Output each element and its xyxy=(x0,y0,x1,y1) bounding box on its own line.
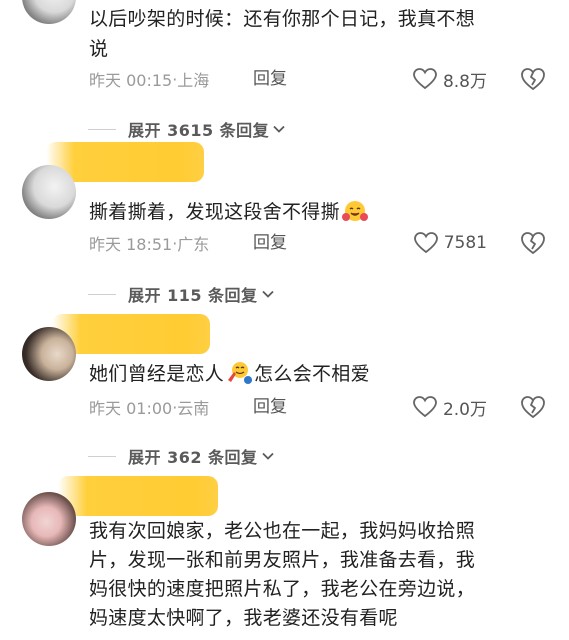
like-button[interactable]: 2.0万 xyxy=(413,393,487,421)
comment-location: 云南 xyxy=(177,399,210,418)
divider xyxy=(88,455,116,457)
divider xyxy=(88,128,116,130)
comment-text-line: 撕着撕着，发现这段舍不得撕 xyxy=(89,201,340,223)
avatar[interactable] xyxy=(22,165,76,219)
avatar[interactable] xyxy=(22,492,76,546)
expand-replies-label: 展开 115 条回复 xyxy=(128,286,258,305)
comment-text-line: 妈速度太快啊了，我老婆还没有看呢 xyxy=(89,607,398,629)
broken-heart-icon[interactable] xyxy=(520,66,546,92)
comment-text: 以后吵架的时候：还有你那个日记，我真不想 说 xyxy=(89,4,475,64)
comment-text-line: 片，发现一张和前男友照片，我准备去看，我 xyxy=(89,549,476,571)
divider xyxy=(88,293,116,295)
reply-button[interactable]: 回复 xyxy=(253,67,287,91)
comment-text-line: 说 xyxy=(89,38,109,60)
bowling-pin-face-icon xyxy=(228,362,253,384)
redaction-mask xyxy=(52,314,210,354)
comment-time: 昨天 01:00 xyxy=(89,399,173,418)
heart-outline-icon xyxy=(413,68,437,90)
comment-text-line: 我有次回娘家，老公也在一起，我妈妈收拾照 xyxy=(89,520,476,542)
avatar[interactable] xyxy=(22,327,76,381)
expand-replies[interactable]: 展开 3615 条回复 xyxy=(88,117,287,141)
comment-time: 昨天 18:51 xyxy=(89,235,173,254)
comment-text-line: 以后吵架的时候：还有你那个日记，我真不想 xyxy=(89,8,476,30)
comment-text: 我有次回娘家，老公也在一起，我妈妈收拾照 片，发现一张和前男友照片，我准备去看，… xyxy=(89,517,475,633)
reply-button[interactable]: 回复 xyxy=(253,231,287,255)
comment-text-line: 妈很快的速度把照片私了，我老公在旁边说， xyxy=(89,578,476,600)
like-button[interactable]: 8.8万 xyxy=(413,65,487,93)
comment-text: 撕着撕着，发现这段舍不得撕 xyxy=(89,197,368,227)
reply-button[interactable]: 回复 xyxy=(253,395,287,419)
heart-outline-icon xyxy=(413,396,437,418)
chevron-down-icon xyxy=(261,452,274,460)
comment-location: 广东 xyxy=(177,235,210,254)
comment-meta: 昨天 01:00 · 云南 xyxy=(89,395,209,419)
expand-replies-label: 展开 3615 条回复 xyxy=(128,121,270,140)
comment-time: 昨天 00:15 xyxy=(89,71,173,90)
avatar[interactable] xyxy=(22,0,76,24)
like-button[interactable]: 7581 xyxy=(413,229,487,257)
comment-location: 上海 xyxy=(177,71,210,90)
chevron-down-icon xyxy=(261,290,274,298)
broken-heart-icon[interactable] xyxy=(520,230,546,256)
comment-text-line: 她们曾经是恋人 xyxy=(89,363,225,385)
like-count: 8.8万 xyxy=(442,71,487,92)
like-count: 7581 xyxy=(443,233,487,253)
redaction-mask xyxy=(58,476,218,516)
like-count: 2.0万 xyxy=(442,399,487,420)
comment-text-line: 怎么会不相爱 xyxy=(254,363,370,385)
expand-replies[interactable]: 展开 115 条回复 xyxy=(88,282,276,306)
red-hugging-face-icon xyxy=(341,201,368,221)
comment-meta: 昨天 18:51 · 广东 xyxy=(89,231,209,255)
broken-heart-icon[interactable] xyxy=(520,394,546,420)
heart-outline-icon xyxy=(413,232,438,254)
comment-text: 她们曾经是恋人 怎么会不相爱 xyxy=(89,359,370,389)
expand-replies-label: 展开 362 条回复 xyxy=(128,448,258,467)
comment-meta: 昨天 00:15 · 上海 xyxy=(89,67,209,91)
chevron-down-icon xyxy=(273,125,285,133)
expand-replies[interactable]: 展开 362 条回复 xyxy=(88,444,276,468)
